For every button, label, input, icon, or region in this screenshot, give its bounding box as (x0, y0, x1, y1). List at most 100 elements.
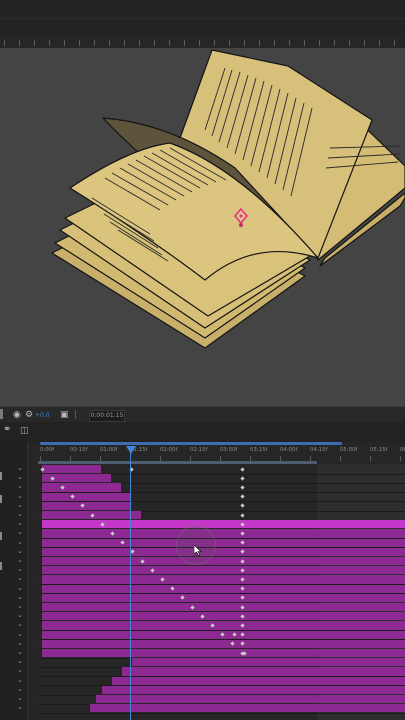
keyframe-marker[interactable] (89, 512, 95, 518)
layer-duration-bar[interactable] (42, 501, 131, 510)
timeline-header: ⚭ ◫ (0, 422, 405, 442)
layer-duration-bar[interactable] (42, 547, 405, 556)
layer-duration-bar[interactable] (42, 612, 405, 621)
layer-duration-bar[interactable] (42, 492, 131, 501)
layer-expand-chevron-icon[interactable]: ⌄ (17, 574, 23, 582)
layer-duration-bar[interactable] (42, 649, 405, 658)
keyframe-marker[interactable] (239, 466, 245, 472)
playhead-handle[interactable] (126, 446, 136, 454)
link-icon[interactable]: ⚭ (3, 424, 11, 436)
layer-expand-chevron-icon[interactable]: ⌄ (17, 565, 23, 573)
layer-duration-bar[interactable] (42, 575, 405, 584)
layer-expand-chevron-icon[interactable]: ⌄ (17, 492, 23, 500)
ruler-tick-label: 02:15f (190, 447, 208, 453)
layer-duration-bar[interactable] (42, 603, 405, 612)
ruler-tick-label: 03:15f (250, 447, 268, 453)
layer-expand-chevron-icon[interactable]: ⌄ (17, 538, 23, 546)
keyframe-marker[interactable] (139, 558, 145, 564)
keyframe-marker[interactable] (39, 466, 45, 472)
keyframe-marker[interactable] (189, 604, 195, 610)
layer-expand-chevron-icon[interactable]: ⌄ (17, 630, 23, 638)
ruler-tick (154, 40, 155, 46)
layer-expand-chevron-icon[interactable]: ⌄ (17, 602, 23, 610)
layer-expand-chevron-icon[interactable]: ⌄ (17, 510, 23, 518)
layer-expand-chevron-icon[interactable]: ⌄ (17, 528, 23, 536)
layer-duration-bar[interactable] (122, 667, 405, 676)
ruler-tick (340, 456, 341, 461)
layer-expand-chevron-icon[interactable]: ⌄ (17, 676, 23, 684)
keyframe-marker[interactable] (239, 604, 245, 610)
keyframe-marker[interactable] (239, 476, 245, 481)
layer-duration-bar[interactable] (112, 676, 405, 685)
keyframe-marker[interactable] (239, 485, 245, 490)
layer-expand-chevron-icon[interactable]: ⌄ (17, 703, 23, 711)
ruler-tick-label: 05:00f (340, 447, 358, 453)
ruler-tick (400, 456, 401, 461)
layer-duration-bar[interactable] (132, 658, 405, 667)
layer-duration-bar[interactable] (42, 557, 405, 566)
keyframe-marker[interactable] (239, 512, 245, 518)
ruler-tick-label: 0:00f (40, 447, 55, 453)
layer-expand-chevron-icon[interactable]: ⌄ (17, 620, 23, 628)
layer-expand-chevron-icon[interactable]: ⌄ (17, 685, 23, 693)
layer-expand-chevron-icon[interactable]: ⌄ (17, 666, 23, 674)
ruler-tick (394, 40, 395, 46)
ruler-tick (289, 40, 290, 46)
app-top-bar (0, 0, 405, 39)
ruler-tick (190, 456, 191, 461)
ruler-tick (100, 456, 101, 461)
layer-duration-bar[interactable] (42, 465, 101, 474)
layer-duration-bar[interactable] (42, 593, 405, 602)
layer-duration-bar[interactable] (96, 695, 405, 704)
ruler-tick (259, 40, 260, 46)
current-timecode[interactable]: 0:00:01:15 (89, 410, 125, 422)
work-area-bar[interactable] (40, 442, 342, 445)
layer-duration-bar[interactable] (102, 685, 405, 694)
book-illustration (51, 49, 405, 349)
layer-duration-bar[interactable] (42, 584, 405, 593)
ruler-tick (49, 40, 50, 46)
layer-duration-bar[interactable] (42, 621, 405, 630)
keyframe-marker[interactable] (241, 650, 247, 656)
layer-duration-bar[interactable] (42, 520, 405, 529)
layer-expand-chevron-icon[interactable]: ⌄ (17, 501, 23, 509)
ruler-tick (310, 456, 311, 461)
settings-icon[interactable]: ⚙ (25, 409, 33, 421)
layer-expand-chevron-icon[interactable]: ⌄ (17, 593, 23, 601)
ruler-tick (199, 40, 200, 46)
exposure-value[interactable]: +0.0 (35, 410, 50, 422)
keyframe-marker[interactable] (239, 503, 245, 509)
camera-icon[interactable]: ▣ (60, 409, 69, 421)
layer-duration-bar[interactable] (42, 566, 405, 575)
ruler-tick (94, 40, 95, 46)
ruler-tick (370, 456, 371, 461)
keyframe-marker[interactable] (239, 558, 245, 564)
layer-expand-chevron-icon[interactable]: ⌄ (17, 584, 23, 592)
layer-expand-chevron-icon[interactable]: ⌄ (17, 482, 23, 490)
keyframe-graph-icon[interactable]: ◫ (20, 425, 29, 437)
layer-expand-chevron-icon[interactable]: ⌄ (17, 473, 23, 481)
layer-expand-chevron-icon[interactable]: ⌄ (17, 694, 23, 702)
layer-duration-bar[interactable] (42, 483, 121, 492)
layer-expand-chevron-icon[interactable]: ⌄ (17, 464, 23, 472)
keyframe-marker[interactable] (239, 494, 245, 499)
layer-expand-chevron-icon[interactable]: ⌄ (17, 611, 23, 619)
layer-expand-chevron-icon[interactable]: ⌄ (17, 639, 23, 647)
layer-duration-bar[interactable] (42, 639, 405, 648)
layer-expand-chevron-icon[interactable]: ⌄ (17, 519, 23, 527)
layer-duration-bar[interactable] (90, 704, 405, 713)
layer-expand-chevron-icon[interactable]: ⌄ (17, 648, 23, 656)
layer-expand-chevron-icon[interactable]: ⌄ (17, 657, 23, 665)
composition-viewer[interactable] (0, 48, 405, 406)
ruler-tick-label: 00:15f (70, 447, 88, 453)
ruler-tick (304, 40, 305, 46)
layer-expand-chevron-icon[interactable]: ⌄ (17, 547, 23, 555)
divider: | (74, 410, 78, 420)
layer-duration-bar[interactable] (42, 529, 405, 538)
ruler-tick (349, 40, 350, 46)
layer-duration-bar[interactable] (42, 538, 405, 547)
time-ruler[interactable]: 0:00f 00:15f 01:00f 01:15f 02:00f 02:15f 03:00… (38, 442, 405, 465)
layer-expand-chevron-icon[interactable]: ⌄ (17, 556, 23, 564)
color-wheel-icon[interactable]: ◉ (13, 409, 21, 421)
timeline-tracks[interactable] (38, 464, 405, 720)
